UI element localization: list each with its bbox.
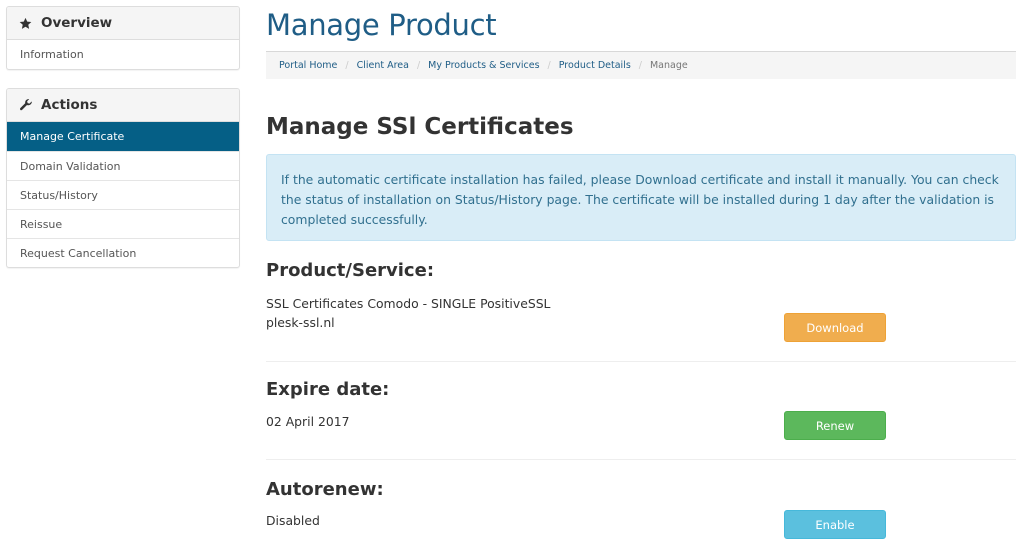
sidebar-item-domain-validation[interactable]: Domain Validation [7,151,239,180]
sidebar-item-manage-certificate[interactable]: Manage Certificate [7,122,239,151]
enable-autorenew-button[interactable]: Enable [784,510,886,539]
actions-panel-heading: Actions [7,89,239,122]
breadcrumb-separator: / [547,60,551,71]
breadcrumb-product-details[interactable]: Product Details [559,60,631,71]
sidebar-item-label: Status/History [20,188,98,202]
sidebar-item-label: Request Cancellation [20,246,137,260]
sidebar-item-information[interactable]: Information [7,40,239,69]
overview-panel: Overview Information [6,6,240,70]
actions-panel: Actions Manage Certificate Domain Valida… [6,88,240,268]
download-button[interactable]: Download [784,313,886,342]
sidebar-item-label: Information [20,48,84,61]
sidebar-item-request-cancellation[interactable]: Request Cancellation [7,238,239,267]
breadcrumb-manage: Manage [649,60,688,71]
star-icon [19,17,35,30]
sidebar-item-label: Reissue [20,217,63,231]
sidebar-item-status-history[interactable]: Status/History [7,180,239,209]
section-title: Manage SSl Certificates [266,114,574,140]
breadcrumb: Portal Home / Client Area / My Products … [266,51,1016,79]
breadcrumb-my-products-services[interactable]: My Products & Services [428,60,539,71]
overview-title: Overview [41,15,113,31]
breadcrumb-separator: / [638,60,642,71]
autorenew-value: Disabled [266,513,320,528]
sidebar-item-reissue[interactable]: Reissue [7,209,239,238]
divider [266,361,1016,362]
product-name: SSL Certificates Comodo - SINGLE Positiv… [266,296,551,311]
sidebar-item-label: Domain Validation [20,159,121,173]
info-alert: If the automatic certificate installatio… [266,154,1016,241]
breadcrumb-portal-home[interactable]: Portal Home [279,60,337,71]
actions-title: Actions [41,97,98,113]
autorenew-label: Autorenew: [266,479,384,500]
breadcrumb-separator: / [345,60,349,71]
product-domain: plesk-ssl.nl [266,315,335,330]
breadcrumb-client-area[interactable]: Client Area [357,60,409,71]
renew-button[interactable]: Renew [784,411,886,440]
product-service-label: Product/Service: [266,260,435,281]
expire-date-value: 02 April 2017 [266,414,350,429]
wrench-icon [19,98,35,112]
divider [266,459,1016,460]
expire-date-label: Expire date: [266,379,390,400]
page-title: Manage Product [266,8,497,42]
breadcrumb-separator: / [416,60,421,71]
overview-panel-heading: Overview [7,7,239,40]
sidebar-item-label: Manage Certificate [20,130,125,143]
